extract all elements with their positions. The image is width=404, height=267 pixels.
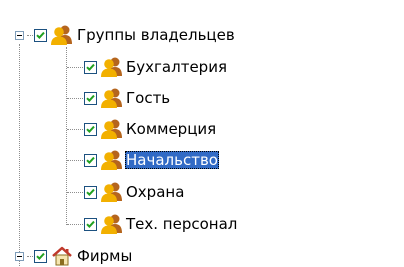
home-icon	[50, 245, 74, 267]
tree-line-child	[67, 98, 83, 99]
tree-line-child	[67, 129, 83, 130]
checkmark-icon	[36, 252, 45, 261]
collapse-toggle-button[interactable]	[15, 31, 24, 40]
checkmark-icon	[86, 220, 95, 229]
tree-node-checkbox[interactable]	[84, 218, 97, 231]
users-group-icon	[100, 56, 124, 78]
tree-line-root-branch	[27, 35, 33, 36]
tree-node-label[interactable]: Группы владельцев	[76, 26, 236, 44]
checkmark-icon	[86, 63, 95, 72]
checkmark-icon	[86, 94, 95, 103]
tree-node-checkbox[interactable]	[84, 154, 97, 167]
users-group-icon	[100, 181, 124, 203]
collapse-toggle-button[interactable]	[15, 252, 24, 261]
checkmark-icon	[36, 31, 45, 40]
checkmark-icon	[86, 188, 95, 197]
tree-line-child	[67, 160, 83, 161]
checkmark-icon	[86, 156, 95, 165]
tree-line-children	[66, 47, 67, 225]
tree-node-checkbox[interactable]	[84, 92, 97, 105]
tree-node-label-selected[interactable]: Начальство	[125, 151, 219, 169]
tree-node-label[interactable]: Гость	[125, 89, 171, 107]
users-group-icon	[100, 87, 124, 109]
users-group-icon	[100, 118, 124, 140]
tree-node-label[interactable]: Охрана	[125, 183, 185, 201]
tree-node-label[interactable]: Бухгалтерия	[125, 58, 228, 76]
tree-line-child	[67, 67, 83, 68]
users-group-icon	[100, 213, 124, 235]
tree-node-label[interactable]: Фирмы	[76, 247, 133, 265]
tree-node-checkbox[interactable]	[84, 186, 97, 199]
tree-node-checkbox[interactable]	[34, 29, 47, 42]
tree-node-checkbox[interactable]	[84, 61, 97, 74]
checkmark-icon	[86, 125, 95, 134]
users-group-icon	[50, 24, 74, 46]
users-group-icon	[100, 149, 124, 171]
tree-line-child	[67, 192, 83, 193]
tree-node-checkbox[interactable]	[84, 123, 97, 136]
tree-node-checkbox[interactable]	[34, 250, 47, 263]
tree-node-label[interactable]: Коммерция	[125, 120, 217, 138]
tree-line-child	[67, 224, 83, 225]
owner-groups-tree: Группы владельцев Бухгалтерия Гость Комм…	[0, 0, 404, 266]
tree-node-label[interactable]: Тех. персонал	[125, 215, 238, 233]
tree-line-firms-branch	[27, 256, 33, 257]
tree-line-root	[19, 44, 20, 266]
